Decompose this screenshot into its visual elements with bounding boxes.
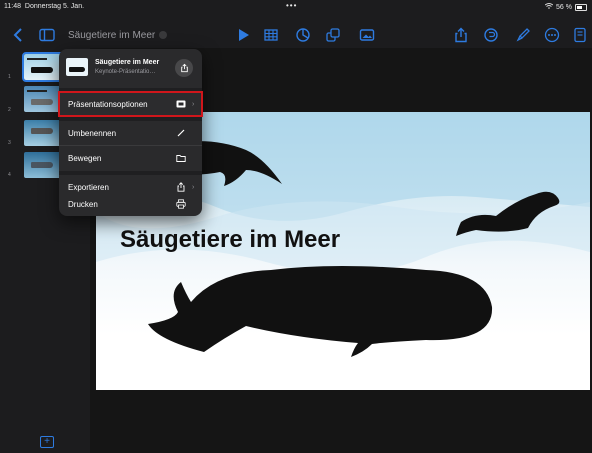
- printer-icon: [175, 198, 187, 210]
- status-time: 11:48 Donnerstag 5. Jan.: [4, 3, 84, 10]
- media-icon[interactable]: [358, 26, 376, 44]
- title-chevron-icon[interactable]: [159, 31, 168, 39]
- menu-item-label: Exportieren: [68, 182, 109, 192]
- slide-number: 3: [8, 140, 11, 146]
- toolbar: Säugetiere im Meer: [0, 22, 592, 48]
- status-right: 56 %: [544, 3, 587, 11]
- menu-document-type: Keynote-Präsentatio…: [95, 69, 156, 75]
- chevron-right-icon: ›: [192, 100, 195, 108]
- slide-thumbnail-4[interactable]: [24, 152, 62, 178]
- chart-icon[interactable]: [294, 26, 312, 44]
- whale-shape: [148, 266, 493, 357]
- slide-thumbnail-1[interactable]: [22, 52, 64, 82]
- more-options-icon[interactable]: [543, 26, 561, 44]
- menu-item-presentation-options[interactable]: Präsentationsoptionen ›: [58, 91, 203, 117]
- menu-document-name: Säugetiere im Meer: [95, 59, 160, 66]
- document-setup-icon[interactable]: [571, 26, 589, 44]
- back-chevron-icon[interactable]: [10, 26, 28, 44]
- slide-thumbnail-3[interactable]: [24, 120, 62, 146]
- slide-thumbnail-2[interactable]: [24, 86, 62, 112]
- folder-icon: [175, 152, 187, 164]
- menu-item-label: Präsentationsoptionen: [68, 99, 148, 109]
- battery-percent: 56 %: [556, 3, 572, 11]
- slide-number: 2: [8, 107, 11, 113]
- menu-item-label: Bewegen: [68, 153, 102, 163]
- status-date: Donnerstag 5. Jan.: [24, 3, 85, 10]
- wifi-icon: [544, 3, 554, 11]
- slide-number: 4: [8, 172, 11, 178]
- document-thumbnail: [66, 58, 88, 76]
- undo-history-icon[interactable]: [482, 26, 500, 44]
- multitasking-dots[interactable]: •••: [286, 1, 297, 10]
- pencil-icon: [175, 127, 187, 139]
- status-time-text: 11:48: [4, 3, 21, 10]
- format-brush-icon[interactable]: [514, 26, 532, 44]
- play-icon[interactable]: [234, 26, 252, 44]
- add-slide-button[interactable]: +: [40, 436, 54, 448]
- battery-icon: [575, 3, 587, 11]
- slide-number: 1: [8, 74, 11, 80]
- chevron-right-icon: ›: [192, 183, 195, 191]
- document-title[interactable]: Säugetiere im Meer: [68, 30, 168, 41]
- document-title-text: Säugetiere im Meer: [68, 30, 156, 41]
- menu-header: Säugetiere im Meer Keynote-Präsentatio…: [59, 49, 202, 88]
- menu-item-label: Umbenennen: [68, 128, 117, 138]
- menu-item-print[interactable]: Drucken: [59, 192, 202, 216]
- menu-item-rename[interactable]: Umbenennen: [59, 121, 202, 145]
- menu-item-label: Drucken: [68, 199, 98, 209]
- menu-share-button[interactable]: [175, 59, 193, 77]
- menu-item-move[interactable]: Bewegen: [59, 146, 202, 170]
- table-icon[interactable]: [262, 26, 280, 44]
- share-icon[interactable]: [452, 26, 470, 44]
- status-bar: 11:48 Donnerstag 5. Jan. ••• 56 %: [0, 0, 592, 14]
- slideshow-icon: [175, 98, 187, 110]
- share-icon: [180, 63, 188, 73]
- sidebar-toggle-icon[interactable]: [38, 26, 56, 44]
- slide-title[interactable]: Säugetiere im Meer: [120, 226, 340, 254]
- document-menu: Säugetiere im Meer Keynote-Präsentatio… …: [58, 49, 203, 216]
- shapes-icon[interactable]: [324, 26, 342, 44]
